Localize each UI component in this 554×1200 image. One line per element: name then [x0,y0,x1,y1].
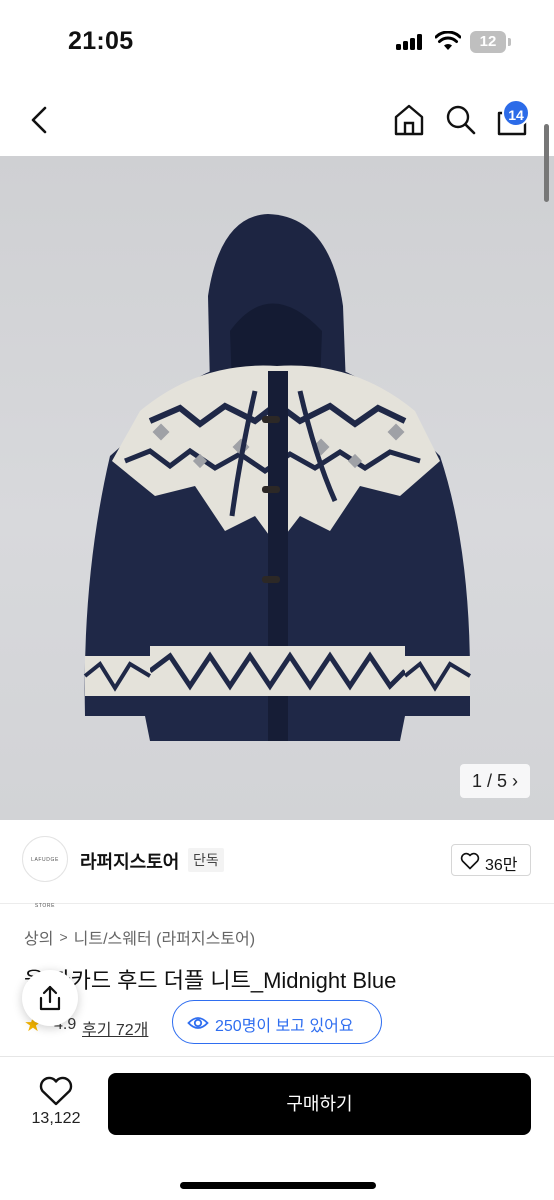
nav-bar [0,84,554,156]
chevron-right-icon: › [512,771,519,791]
review-link[interactable]: 후기 72개 [82,1016,148,1040]
store-like-count: 36만 [485,857,518,874]
viewing-count-pill: 250명이 보고 있어요 [172,1000,382,1044]
wifi-icon [435,31,461,50]
home-indicator [180,1182,376,1189]
heart-icon [460,852,480,870]
battery-level: 12 [470,31,506,53]
store-row[interactable]: LAFUDGE STORE 라퍼지스토어 단독 36만 [0,820,554,909]
status-time: 21:05 [68,27,134,55]
home-icon[interactable] [391,102,427,138]
gallery-page-counter[interactable]: 1 / 5 › [460,764,530,798]
exclusive-tag: 단독 [188,848,224,872]
breadcrumb-subcategory[interactable]: 니트/스웨터 (라퍼지스토어) [74,925,255,949]
store-name[interactable]: 라퍼지스토어 [80,848,179,874]
eye-icon [187,1017,209,1029]
breadcrumb: 상의 > 니트/스웨터 (라퍼지스토어) [24,925,255,949]
store-like-button[interactable]: 36만 [451,844,531,876]
chevron-right-icon: > [59,929,68,945]
product-image-gallery[interactable] [0,156,554,820]
status-bar: 21:05 12 [0,0,554,84]
scrollbar[interactable] [544,124,549,202]
wish-count: 13,122 [31,1110,81,1127]
buy-button[interactable]: 구매하기 [108,1073,531,1135]
gallery-counter-text: 1 / 5 [471,771,507,791]
back-icon[interactable] [24,102,58,138]
product-title: 울 자카드 후드 더플 니트_Midnight Blue [24,968,397,993]
cart-count-badge: 14 [502,99,530,127]
viewing-count-text: 250명이 보고 있어요 [215,1018,354,1035]
cellular-signal-icon [396,34,426,50]
battery-tip [508,38,511,46]
share-button[interactable] [22,970,78,1026]
breadcrumb-category[interactable]: 상의 [24,925,53,949]
share-icon [39,985,61,1011]
search-icon[interactable] [443,102,479,138]
heart-icon[interactable] [38,1075,74,1107]
product-image [83,214,472,741]
store-logo[interactable]: LAFUDGE STORE [22,836,68,909]
